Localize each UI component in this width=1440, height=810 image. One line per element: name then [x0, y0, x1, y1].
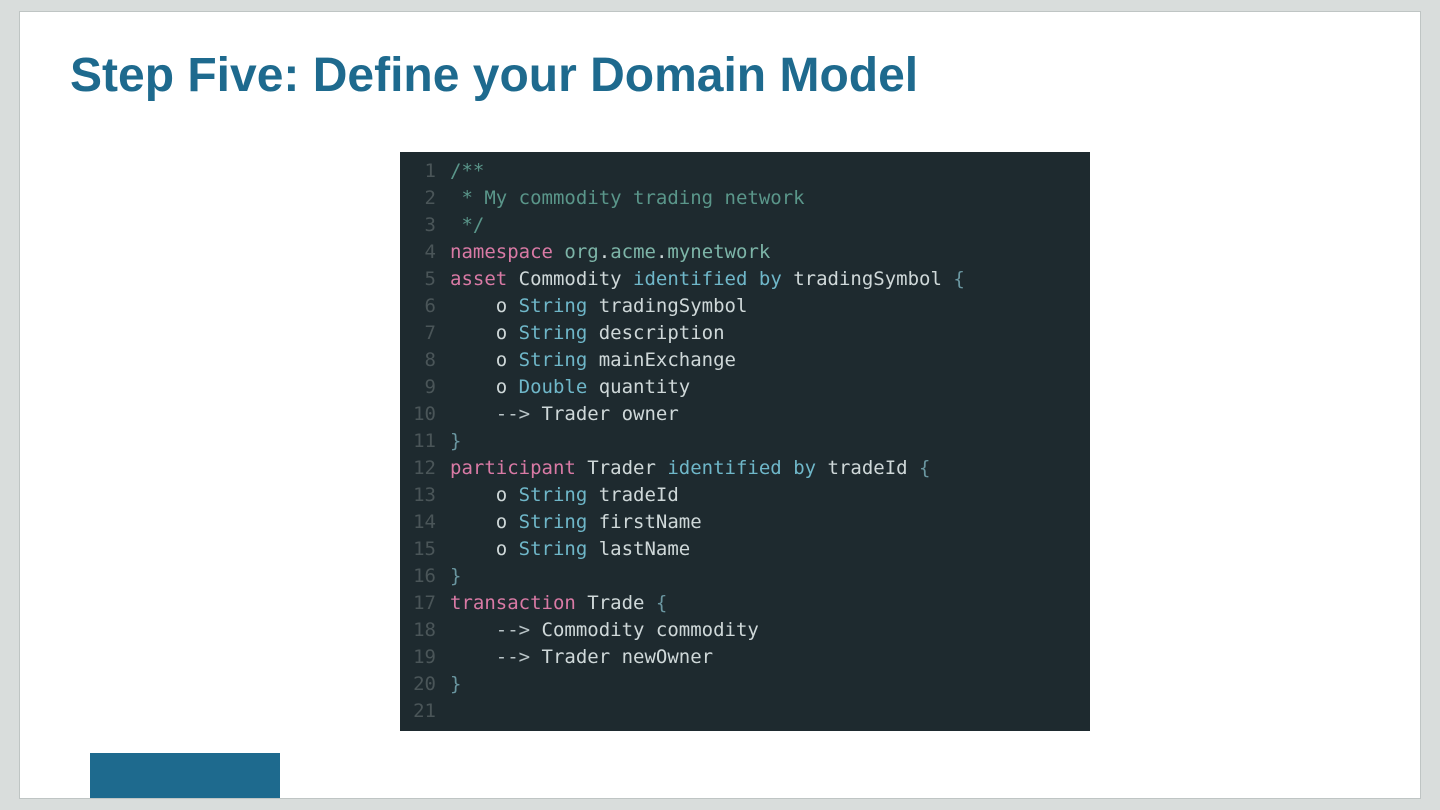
line-number: 8 — [400, 347, 450, 374]
code-content: */ — [450, 212, 484, 239]
code-content: } — [450, 671, 461, 698]
code-content: --> Commodity commodity — [450, 617, 759, 644]
line-number: 18 — [400, 617, 450, 644]
code-line: 15 o String lastName — [400, 536, 1090, 563]
code-content: o String description — [450, 320, 725, 347]
code-content: } — [450, 563, 461, 590]
code-content: --> Trader newOwner — [450, 644, 713, 671]
line-number: 5 — [400, 266, 450, 293]
line-number: 16 — [400, 563, 450, 590]
code-line: 21 — [400, 698, 1090, 725]
slide-page: Step Five: Define your Domain Model 1/**… — [20, 12, 1420, 798]
code-line: 4namespace org.acme.mynetwork — [400, 239, 1090, 266]
code-content: o String tradingSymbol — [450, 293, 747, 320]
line-number: 13 — [400, 482, 450, 509]
code-line: 7 o String description — [400, 320, 1090, 347]
code-line: 13 o String tradeId — [400, 482, 1090, 509]
code-content: asset Commodity identified by tradingSym… — [450, 266, 965, 293]
line-number: 14 — [400, 509, 450, 536]
code-content: namespace org.acme.mynetwork — [450, 239, 770, 266]
code-line: 6 o String tradingSymbol — [400, 293, 1090, 320]
line-number: 7 — [400, 320, 450, 347]
line-number: 21 — [400, 698, 450, 725]
slide-title: Step Five: Define your Domain Model — [70, 48, 918, 103]
line-number: 6 — [400, 293, 450, 320]
code-line: 5asset Commodity identified by tradingSy… — [400, 266, 1090, 293]
line-number: 4 — [400, 239, 450, 266]
code-line: 10 --> Trader owner — [400, 401, 1090, 428]
code-content: o String lastName — [450, 536, 690, 563]
code-line: 14 o String firstName — [400, 509, 1090, 536]
line-number: 19 — [400, 644, 450, 671]
line-number: 10 — [400, 401, 450, 428]
line-number: 1 — [400, 158, 450, 185]
code-line: 1/** — [400, 158, 1090, 185]
line-number: 2 — [400, 185, 450, 212]
code-content: /** — [450, 158, 484, 185]
code-editor: 1/**2 * My commodity trading network3 */… — [400, 152, 1090, 731]
line-number: 17 — [400, 590, 450, 617]
code-line: 8 o String mainExchange — [400, 347, 1090, 374]
code-content: o String tradeId — [450, 482, 679, 509]
code-content: transaction Trade { — [450, 590, 667, 617]
code-content: o String firstName — [450, 509, 702, 536]
footer-accent-bar — [90, 753, 280, 798]
line-number: 3 — [400, 212, 450, 239]
code-content: o Double quantity — [450, 374, 690, 401]
code-line: 2 * My commodity trading network — [400, 185, 1090, 212]
code-line: 3 */ — [400, 212, 1090, 239]
code-content: o String mainExchange — [450, 347, 736, 374]
code-line: 11} — [400, 428, 1090, 455]
code-line: 18 --> Commodity commodity — [400, 617, 1090, 644]
code-content: participant Trader identified by tradeId… — [450, 455, 930, 482]
line-number: 20 — [400, 671, 450, 698]
line-number: 11 — [400, 428, 450, 455]
line-number: 9 — [400, 374, 450, 401]
code-content: } — [450, 428, 461, 455]
line-number: 15 — [400, 536, 450, 563]
code-content: --> Trader owner — [450, 401, 679, 428]
code-content: * My commodity trading network — [450, 185, 805, 212]
line-number: 12 — [400, 455, 450, 482]
code-line: 12participant Trader identified by trade… — [400, 455, 1090, 482]
code-line: 20} — [400, 671, 1090, 698]
code-line: 9 o Double quantity — [400, 374, 1090, 401]
code-line: 19 --> Trader newOwner — [400, 644, 1090, 671]
code-line: 16} — [400, 563, 1090, 590]
code-line: 17transaction Trade { — [400, 590, 1090, 617]
